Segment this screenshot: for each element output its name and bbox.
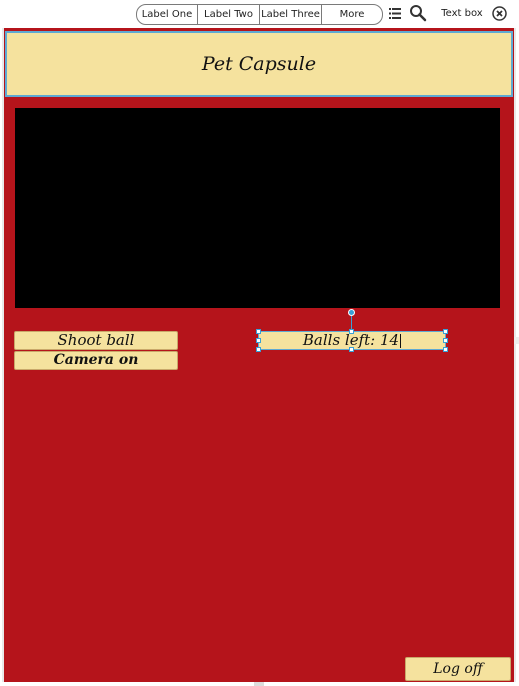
shoot-ball-button[interactable]: Shoot ball [14,331,178,350]
top-toolbar: Label One Label Two Label Three More Tex… [0,0,519,28]
segment-label-two[interactable]: Label Two [198,5,260,24]
app-header: Pet Capsule [5,31,513,97]
resize-handle-bottom-right[interactable] [443,347,448,352]
list-icon[interactable] [389,8,401,19]
close-icon[interactable] [492,6,507,21]
bottom-scroll-marker [254,682,264,686]
camera-video-view [15,108,500,308]
resize-handle-top[interactable] [349,329,354,334]
resize-handle-right[interactable] [443,338,448,343]
page-title: Pet Capsule [201,53,317,75]
resize-handle-top-left[interactable] [256,329,261,334]
segment-label-three[interactable]: Label Three [260,5,322,24]
side-scroll-marker [514,337,519,344]
rotation-handle[interactable] [348,309,355,316]
text-caret [400,334,402,348]
resize-handle-bottom-left[interactable] [256,347,261,352]
segmented-control: Label One Label Two Label Three More [136,4,383,25]
camera-on-button[interactable]: Camera on [14,351,178,370]
segment-label-one[interactable]: Label One [137,5,198,24]
resize-handle-bottom[interactable] [349,347,354,352]
search-textbox[interactable]: Text box [432,4,492,23]
search-icon[interactable] [409,4,427,22]
resize-handle-left[interactable] [256,338,261,343]
segment-more[interactable]: More [322,5,382,24]
log-off-button[interactable]: Log off [405,657,511,681]
resize-handle-top-right[interactable] [443,329,448,334]
